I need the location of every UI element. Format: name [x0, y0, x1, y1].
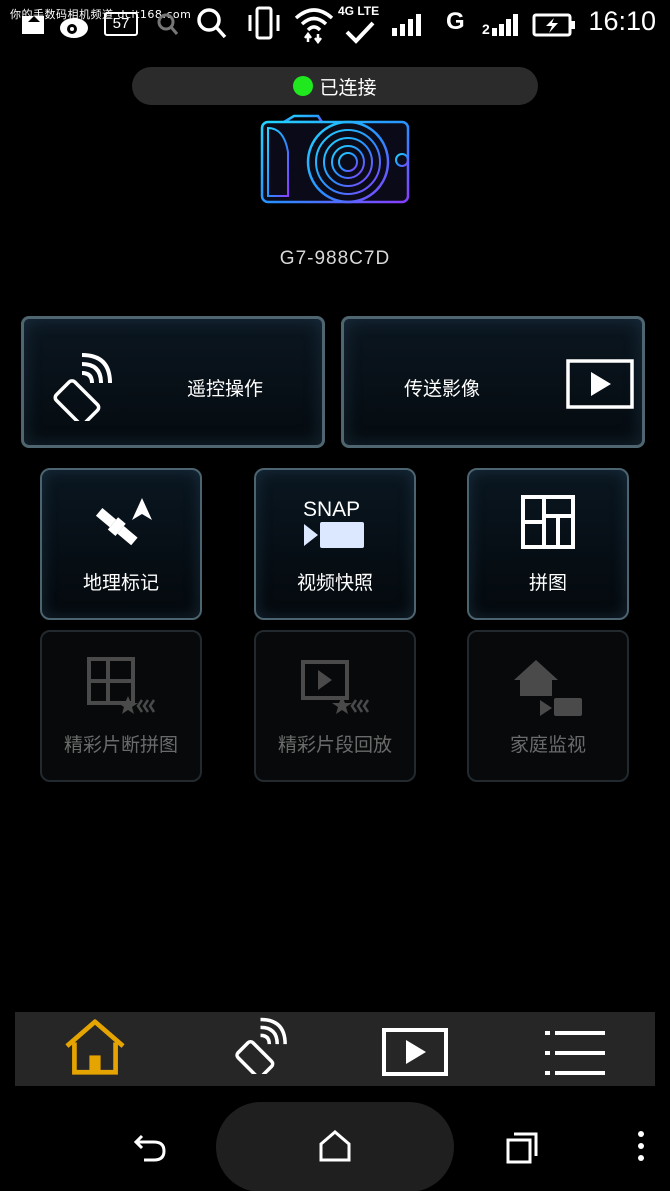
home-nav-icon[interactable] [318, 1130, 352, 1162]
overflow-menu-icon[interactable] [636, 1130, 646, 1164]
recent-apps-icon[interactable] [504, 1130, 540, 1164]
search-icon [197, 8, 227, 39]
vibrate-icon [248, 6, 280, 40]
notification-count-icon: 57 [104, 12, 138, 36]
menu-icon[interactable] [543, 1024, 607, 1082]
tile-highlight-collage[interactable]: 精彩片断拼图 [40, 630, 202, 782]
tile-snap-movie[interactable]: SNAP 视频快照 [254, 468, 416, 620]
connection-status-pill: 已连接 [132, 67, 538, 105]
satellite-icon [42, 494, 200, 554]
highlight-collage-icon [42, 656, 200, 716]
bottom-toolbar [15, 1012, 655, 1086]
search-small-icon [157, 13, 179, 35]
remote-icon[interactable] [221, 1016, 293, 1074]
home-monitor-icon [469, 656, 627, 716]
transfer-images-label: 传送影像 [404, 378, 481, 400]
status-bar: 你的手数码相机频道 dcit168.com 57 4G LTE G 2 16:1… [0, 0, 670, 48]
tile-snap-movie-label: 视频快照 [296, 572, 373, 594]
check-icon [345, 21, 375, 44]
play-icon[interactable] [381, 1024, 449, 1082]
device-name: G7-988C7D [279, 248, 391, 269]
notification-icon [22, 16, 44, 34]
highlight-playback-icon [256, 656, 414, 716]
carrier-letter: G [446, 8, 465, 35]
collage-icon [469, 494, 627, 554]
tile-collage[interactable]: 拼图 [467, 468, 629, 620]
home-icon[interactable] [61, 1018, 129, 1076]
connection-indicator-dot [293, 76, 314, 96]
remote-icon [53, 353, 112, 421]
tile-geotag-label: 地理标记 [82, 572, 159, 594]
network-type-label: 4G LTE [338, 4, 380, 18]
transfer-images-button[interactable]: 传送影像 [341, 316, 645, 448]
svg-text:2: 2 [482, 21, 490, 37]
connection-status-text: 已连接 [319, 76, 377, 99]
tile-highlight-collage-label: 精彩片断拼图 [63, 734, 178, 756]
tile-highlight-playback-label: 精彩片段回放 [277, 734, 392, 756]
remote-control-button[interactable]: 遥控操作 [21, 316, 325, 448]
clock: 16:10 [588, 6, 656, 36]
tile-geotag[interactable]: 地理标记 [40, 468, 202, 620]
app-screen: 你的手数码相机频道 dcit168.com 57 4G LTE G 2 16:1… [0, 0, 670, 1191]
battery-charging-icon [532, 13, 575, 37]
wifi-icon [294, 8, 334, 44]
tile-home-monitor-label: 家庭监视 [509, 734, 586, 756]
signal-icon-2: 2 [482, 14, 518, 37]
camera-icon [256, 112, 416, 208]
tile-collage-label: 拼图 [528, 572, 567, 594]
notification-count: 57 [112, 15, 130, 32]
signal-icon-1 [392, 14, 421, 36]
snap-icon-text: SNAP [303, 498, 360, 521]
system-nav-bar [0, 1100, 670, 1191]
snap-movie-icon: SNAP [256, 494, 414, 554]
back-icon[interactable] [132, 1130, 168, 1162]
weibo-icon [60, 18, 88, 38]
remote-control-label: 遥控操作 [187, 378, 264, 400]
tile-highlight-playback[interactable]: 精彩片段回放 [254, 630, 416, 782]
tile-home-monitor[interactable]: 家庭监视 [467, 630, 629, 782]
play-icon [566, 359, 634, 409]
